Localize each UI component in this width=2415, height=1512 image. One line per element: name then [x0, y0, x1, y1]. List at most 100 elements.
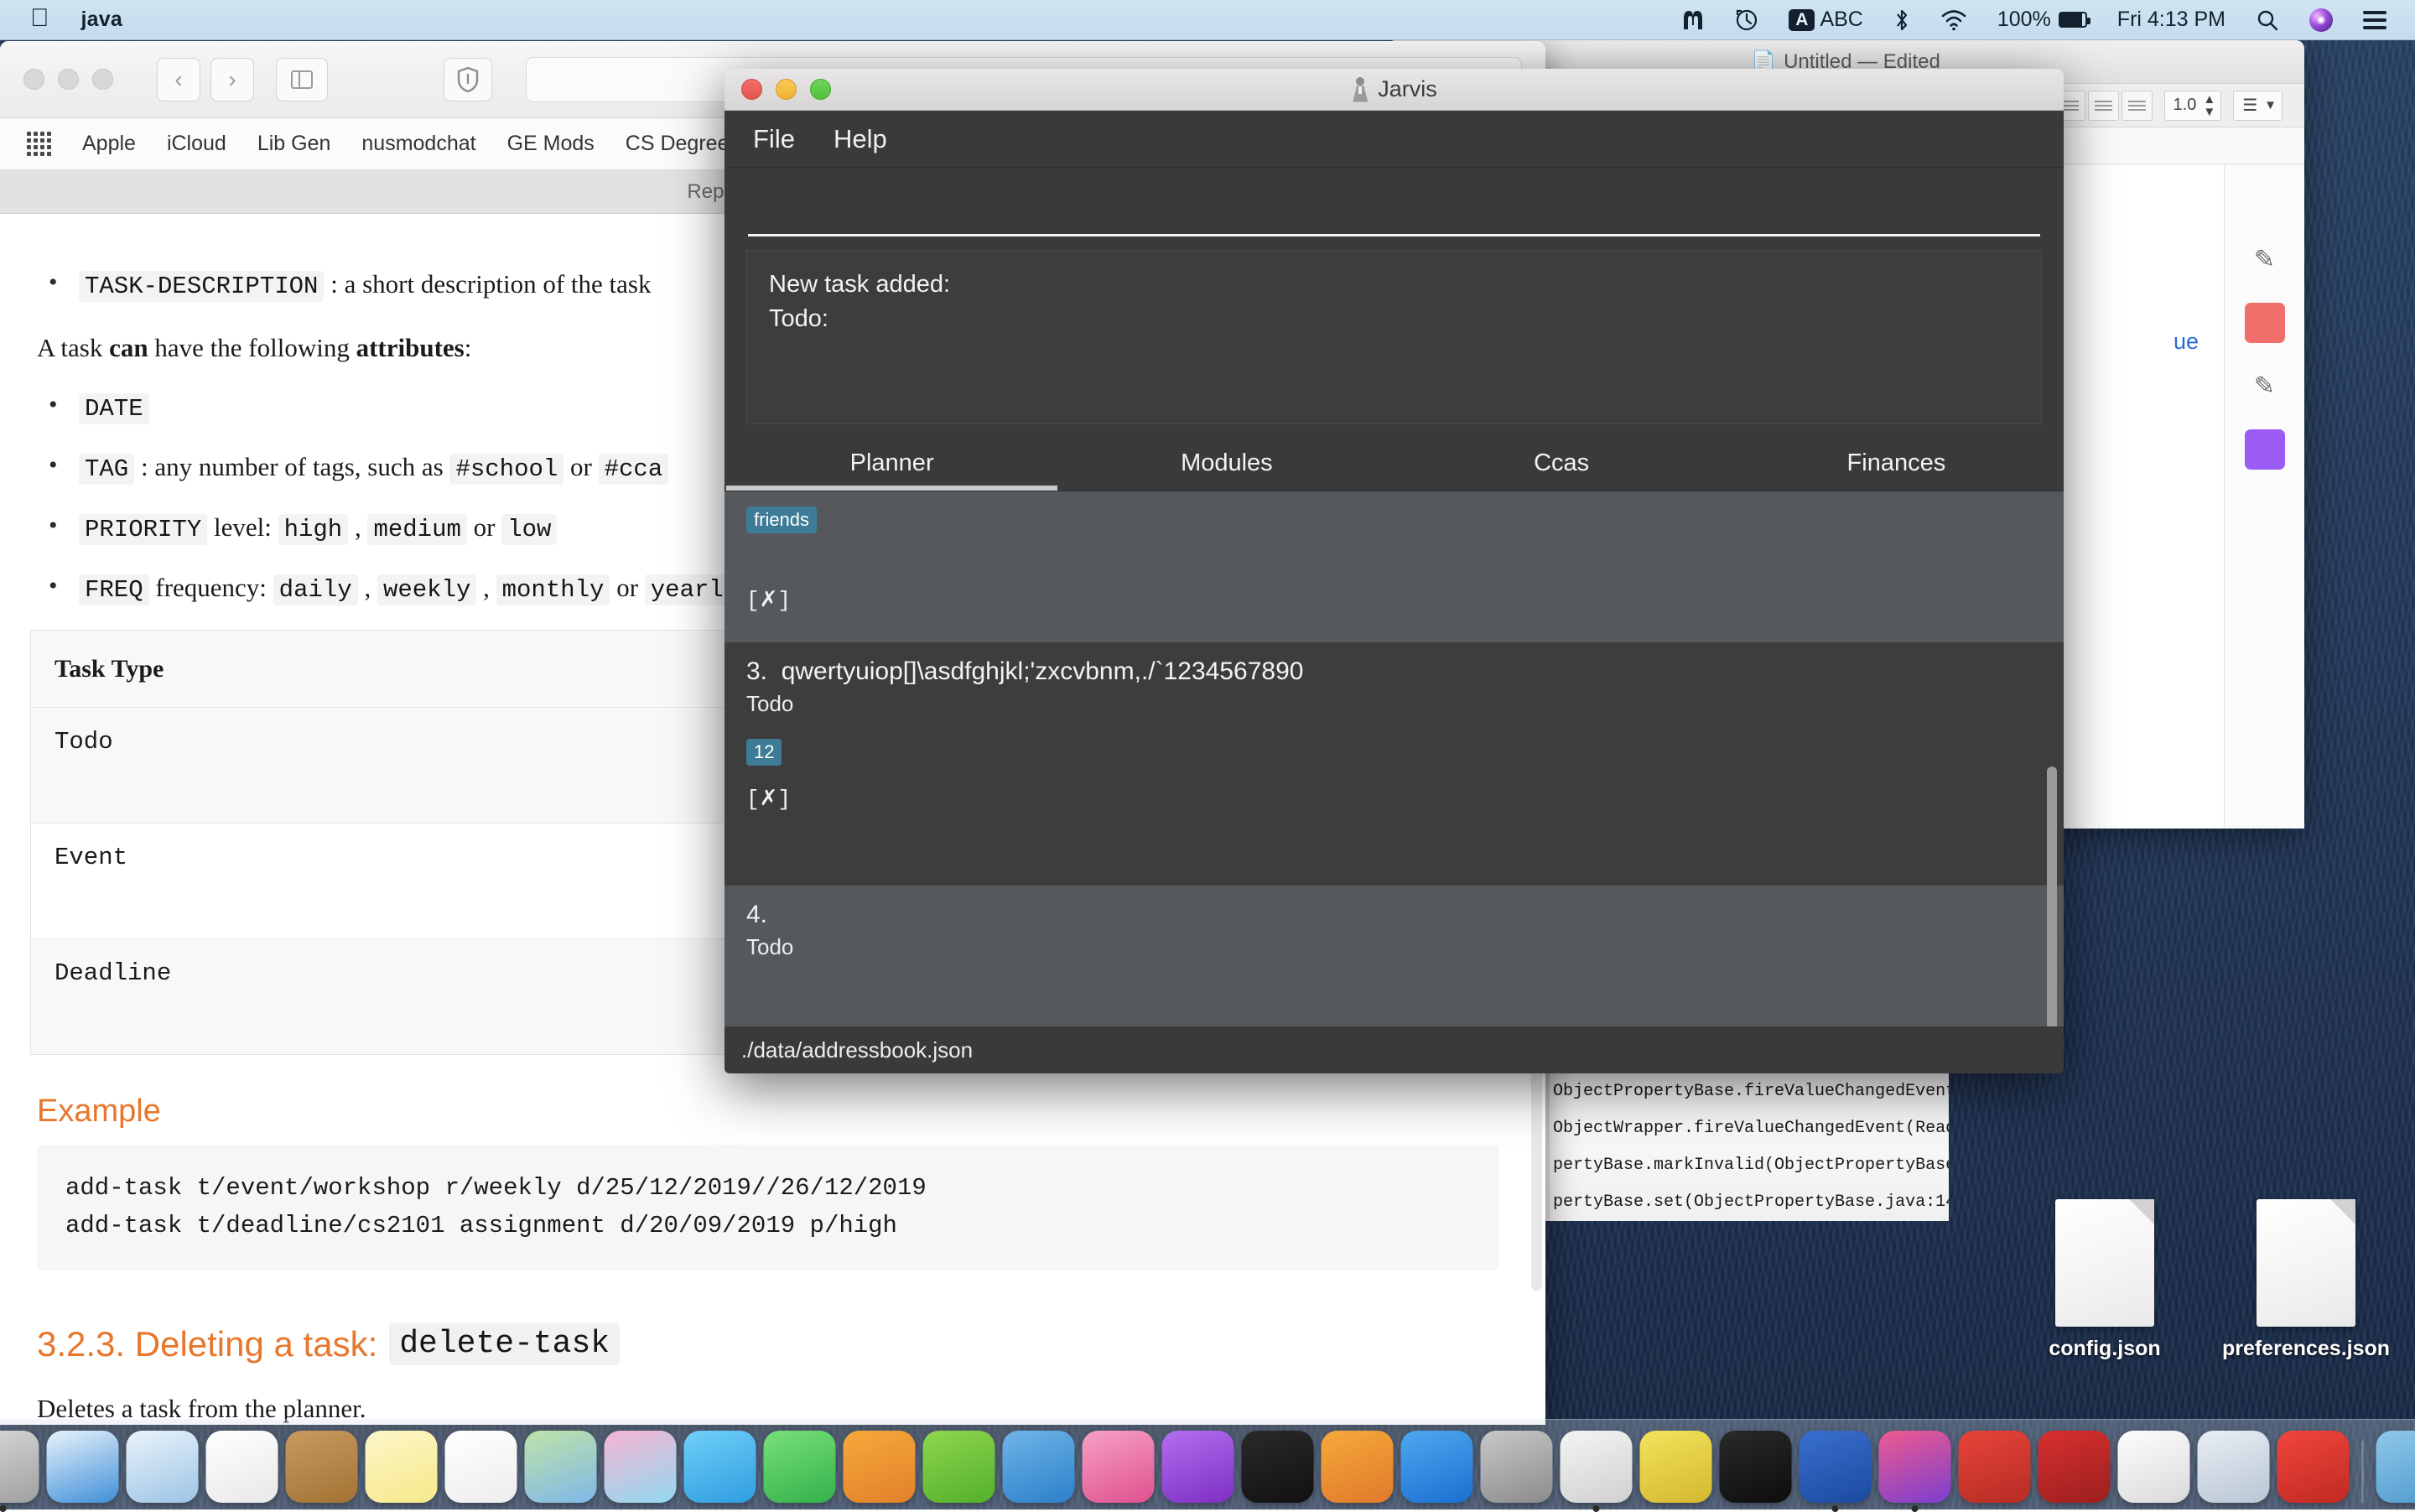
jarvis-traffic-lights[interactable] — [741, 79, 831, 100]
browser-traffic-lights[interactable] — [23, 69, 113, 90]
jarvis-tabs[interactable]: Planner Modules Ccas Finances — [724, 439, 2064, 491]
menubar-clock[interactable]: Fri 4:13 PM — [2117, 8, 2225, 32]
privacy-report-button[interactable] — [444, 58, 492, 101]
dock-app-contacts[interactable] — [286, 1431, 358, 1503]
forward-button[interactable]: › — [210, 58, 254, 101]
tab-planner[interactable]: Planner — [724, 439, 1059, 491]
word-sidebar[interactable]: ✎ ✎ — [2224, 164, 2304, 829]
chevron-down-icon[interactable]: ▼ — [2264, 98, 2277, 112]
align-right-icon[interactable] — [2122, 91, 2153, 121]
minimize-button[interactable] — [58, 69, 79, 90]
align-center-icon[interactable] — [2088, 91, 2119, 121]
bookmark-apple[interactable]: Apple — [82, 132, 136, 156]
task-list-scrollbar[interactable] — [2047, 766, 2057, 1026]
dock-app-calendar[interactable] — [206, 1431, 278, 1503]
dock-app-notes[interactable] — [366, 1431, 438, 1503]
zoom-button[interactable] — [810, 79, 831, 100]
dock-app-pages[interactable] — [844, 1431, 916, 1503]
planner-task-list[interactable]: friends [✗] 3. qwertyuiop[]\asdfghjkl;'z… — [724, 491, 2064, 1026]
line-spacing-stepper[interactable]: 1.0 ▲▼ — [2164, 91, 2222, 121]
align-button-group[interactable] — [2054, 91, 2153, 121]
bluetooth-icon[interactable] — [1893, 8, 1910, 33]
nav-buttons[interactable]: ‹ › — [157, 58, 254, 101]
jarvis-titlebar[interactable]: Jarvis — [724, 69, 2064, 111]
menu-help[interactable]: Help — [834, 124, 887, 154]
apps-grid-icon[interactable] — [27, 132, 51, 156]
control-center-icon[interactable] — [2363, 10, 2386, 30]
dock-app-reminders[interactable] — [445, 1431, 517, 1503]
word-inline-link[interactable]: ue — [2174, 329, 2199, 355]
battery-status[interactable]: 100% — [1997, 8, 2087, 32]
dock-app-podcasts[interactable] — [1162, 1431, 1234, 1503]
task-list-item[interactable]: 4. Todo [✗] — [724, 886, 2064, 1026]
dock-app-terminal[interactable] — [1720, 1431, 1792, 1503]
command-input[interactable] — [748, 186, 2040, 236]
bookmark-ge-mods[interactable]: GE Mods — [507, 132, 595, 156]
result-display-wrap: New task added: Todo: — [724, 236, 2064, 439]
task-list-item[interactable]: friends [✗] — [724, 491, 2064, 642]
tab-modules[interactable]: Modules — [1059, 439, 1394, 491]
dock-app-facetime[interactable] — [764, 1431, 836, 1503]
color-swatch-red[interactable] — [2245, 303, 2285, 343]
close-button[interactable] — [741, 79, 762, 100]
mac-dock[interactable] — [0, 1419, 2415, 1509]
dock-app-chrome[interactable] — [1561, 1431, 1633, 1503]
dock-app-safari[interactable] — [47, 1431, 119, 1503]
dock-app-cyberduck[interactable] — [1640, 1431, 1712, 1503]
task-list-item[interactable]: 3. qwertyuiop[]\asdfghjkl;'zxcvbnm,./`12… — [724, 642, 2064, 886]
dock-app-messages[interactable] — [684, 1431, 756, 1503]
minimize-button[interactable] — [776, 79, 797, 100]
back-button[interactable]: ‹ — [157, 58, 200, 101]
list-style-button[interactable]: ☰ ▼ — [2233, 91, 2283, 121]
dock-app-downloads-folder[interactable] — [2376, 1431, 2415, 1503]
dock-app-appletv[interactable] — [1242, 1431, 1314, 1503]
dock-app-angular[interactable] — [2038, 1431, 2111, 1503]
dock-app-appstore[interactable] — [1401, 1431, 1473, 1503]
dock-app-preview[interactable] — [2198, 1431, 2270, 1503]
dock-app-maps[interactable] — [525, 1431, 597, 1503]
stacktrace-console[interactable]: ObjectPropertyBase.fireValueChangedEvent… — [1538, 1073, 1949, 1221]
menu-file[interactable]: File — [753, 124, 795, 154]
jarvis-window[interactable]: Jarvis File Help New task added: Todo: P… — [724, 69, 2064, 1073]
tab-finances[interactable]: Finances — [1729, 439, 2064, 491]
dock-app-numbers[interactable] — [923, 1431, 995, 1503]
chevron-updown-icon[interactable]: ▲▼ — [2203, 93, 2215, 118]
keyboard-input-icon[interactable]: A ABC — [1789, 8, 1863, 32]
dock-app-keynote[interactable] — [1003, 1431, 1075, 1503]
time-machine-icon[interactable] — [1735, 8, 1758, 32]
wifi-icon[interactable] — [1940, 9, 1967, 31]
color-swatch-purple[interactable] — [2245, 429, 2285, 470]
dock-app-launchpad[interactable] — [0, 1431, 39, 1503]
dock-app-word[interactable] — [1800, 1431, 1872, 1503]
desktop-icon-config-json[interactable]: config.json — [2012, 1199, 2197, 1361]
command-input-wrap[interactable] — [724, 168, 2064, 236]
dock-app-intellij[interactable] — [1879, 1431, 1951, 1503]
siri-icon[interactable] — [2309, 8, 2333, 32]
search-icon[interactable] — [2256, 8, 2279, 32]
desktop-icon-preferences-json[interactable]: preferences.json — [2214, 1199, 2398, 1361]
bookmark-nusmodchat[interactable]: nusmodchat — [361, 132, 475, 156]
dock-app-mail[interactable] — [127, 1431, 199, 1503]
mac-menubar[interactable]:  java A ABC 100% Fri 4:13 PM — [0, 0, 2415, 40]
pencil-icon[interactable]: ✎ — [2254, 245, 2275, 274]
task-status-mark[interactable]: [✗] — [746, 587, 2042, 613]
bookmark-icloud[interactable]: iCloud — [167, 132, 226, 156]
close-button[interactable] — [23, 69, 44, 90]
pencil-icon[interactable]: ✎ — [2254, 372, 2275, 401]
dock-app-books[interactable] — [1322, 1431, 1394, 1503]
sidebar-toggle-button[interactable] — [276, 58, 328, 101]
dock-app-itunes[interactable] — [1083, 1431, 1155, 1503]
dock-app-system-preferences[interactable] — [1481, 1431, 1553, 1503]
bookmark-lib-gen[interactable]: Lib Gen — [257, 132, 331, 156]
dock-app-photos[interactable] — [605, 1431, 677, 1503]
zoom-button[interactable] — [92, 69, 113, 90]
tab-ccas[interactable]: Ccas — [1394, 439, 1729, 491]
dock-app-acrobat[interactable] — [1959, 1431, 2031, 1503]
malwarebytes-icon[interactable] — [1681, 8, 1705, 32]
dock-app-textedit[interactable] — [2118, 1431, 2190, 1503]
apple-logo-icon[interactable]:  — [30, 6, 49, 31]
jarvis-menubar[interactable]: File Help — [724, 111, 2064, 168]
dock-app-stop-app[interactable] — [2277, 1431, 2350, 1503]
active-app-name[interactable]: java — [81, 8, 122, 32]
task-status-mark[interactable]: [✗] — [746, 786, 2042, 812]
